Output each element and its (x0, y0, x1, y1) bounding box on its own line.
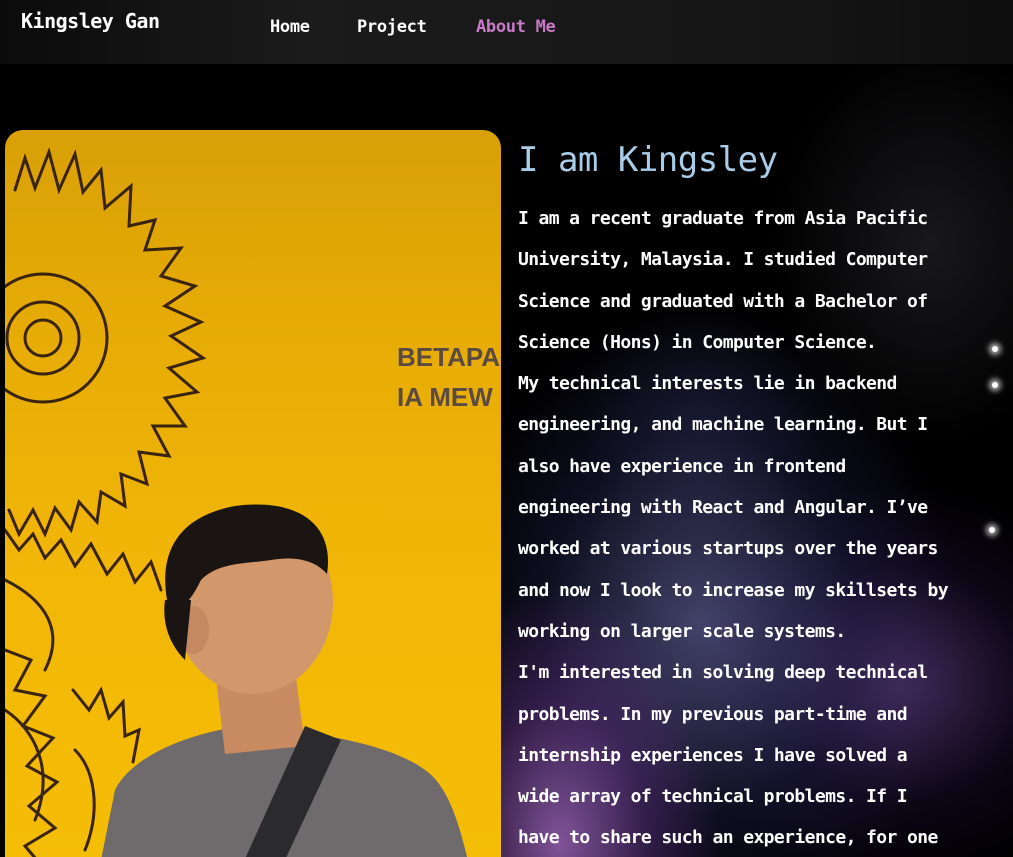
about-text-line: problems. In my previous part-time and (518, 703, 908, 725)
wall-text-line2: IA MEW (397, 382, 493, 412)
profile-photo: BETAPA IA MEW (5, 130, 501, 857)
nav-home-link[interactable]: Home (270, 17, 310, 37)
navbar: Kingsley Gan Home Project About Me (0, 0, 1013, 64)
about-section: I am Kingsley I am a recent graduate fro… (518, 138, 998, 857)
about-text-line: also have experience in frontend (518, 455, 846, 477)
about-text-line: have to share such an experience, for on… (518, 827, 938, 849)
wall-text-line1: BETAPA (397, 342, 500, 372)
about-text-line: engineering with React and Angular. I’ve (518, 497, 928, 519)
about-text-line: Science (Hons) in Computer Science. (518, 331, 877, 353)
nav-project-link[interactable]: Project (357, 17, 427, 37)
nav-about-link[interactable]: About Me (476, 17, 556, 37)
about-text-line: My technical interests lie in backend (518, 373, 897, 395)
about-text-line: engineering, and machine learning. But I (518, 414, 928, 436)
profile-photo-illustration: BETAPA IA MEW (5, 147, 500, 857)
about-text-line: wide array of technical problems. If I (518, 786, 908, 808)
about-text-line: internship experiences I have solved a (518, 744, 908, 766)
about-heading: I am Kingsley (518, 140, 778, 180)
brand-logo[interactable]: Kingsley Gan (21, 9, 160, 33)
about-text: I am a recent graduate from Asia Pacific… (518, 198, 998, 857)
about-text-line: I am a recent graduate from Asia Pacific (518, 208, 928, 229)
about-text-line: worked at various startups over the year… (518, 538, 938, 560)
about-text-line: I'm interested in solving deep technical (518, 662, 928, 684)
about-text-line: and now I look to increase my skillsets … (518, 579, 949, 601)
about-text-line: working on larger scale systems. (518, 620, 846, 642)
about-text-line: Science and graduated with a Bachelor of (518, 290, 928, 312)
person-figure (101, 504, 468, 857)
about-text-line: University, Malaysia. I studied Computer (518, 249, 928, 271)
